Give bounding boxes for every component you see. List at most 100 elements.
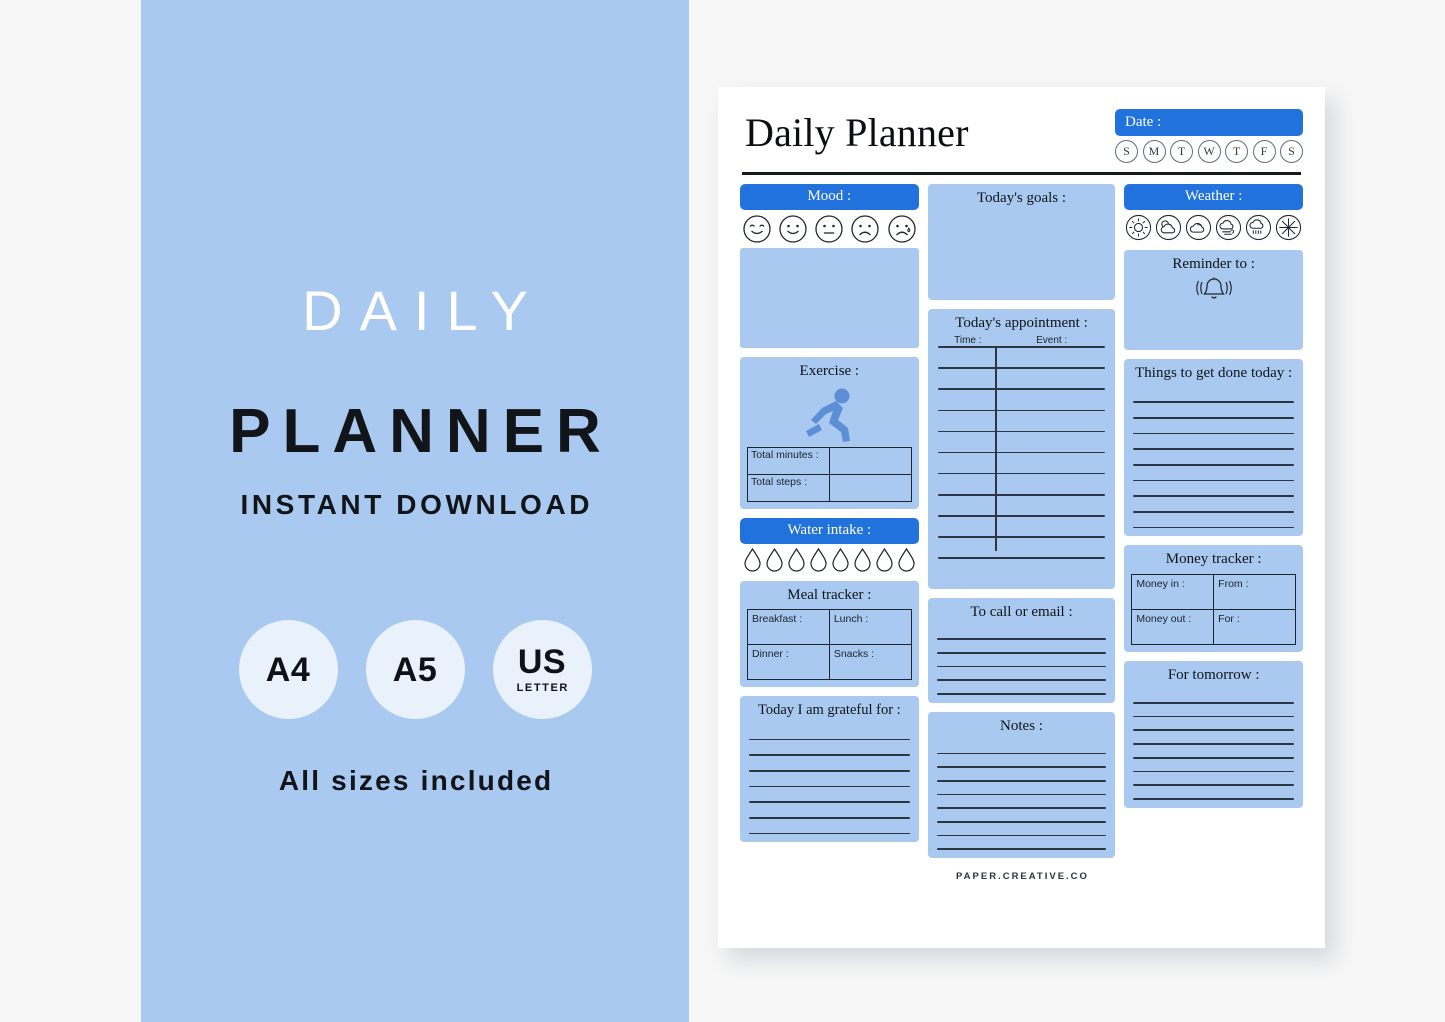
appointment-lines[interactable] <box>928 346 1116 559</box>
write-line[interactable] <box>936 793 1107 796</box>
things-to-do-lines[interactable] <box>1124 385 1303 536</box>
meal-breakfast-cell[interactable]: Breakfast : <box>747 609 830 646</box>
meal-tracker-section: Meal tracker : Breakfast : Lunch : Dinne… <box>740 580 919 688</box>
write-line[interactable] <box>1133 729 1294 732</box>
mood-writing-area[interactable] <box>740 247 919 348</box>
wind-cloud-icon[interactable] <box>1215 214 1242 241</box>
water-drop-icon[interactable] <box>897 547 916 572</box>
day-circle-sun[interactable]: S <box>1115 140 1138 163</box>
rain-cloud-icon[interactable] <box>1245 214 1272 241</box>
write-line[interactable] <box>937 557 1106 559</box>
write-line[interactable] <box>749 832 910 835</box>
meal-lunch-cell[interactable]: Lunch : <box>828 609 912 646</box>
notes-section: Notes : <box>927 711 1116 859</box>
write-line[interactable] <box>1133 715 1294 718</box>
write-line[interactable] <box>1133 495 1294 498</box>
write-line[interactable] <box>937 514 1106 517</box>
write-line[interactable] <box>749 738 910 741</box>
call-or-email-lines[interactable] <box>928 624 1116 702</box>
write-line[interactable] <box>749 801 910 803</box>
water-drop-icon[interactable] <box>853 547 872 572</box>
write-line[interactable] <box>749 754 910 756</box>
day-circle-thu[interactable]: T <box>1225 140 1248 163</box>
money-for-cell[interactable]: For : <box>1213 609 1296 646</box>
write-line[interactable] <box>937 409 1106 412</box>
write-line[interactable] <box>1133 756 1294 759</box>
write-line[interactable] <box>937 536 1106 538</box>
write-line[interactable] <box>937 493 1106 496</box>
weather-label: Weather : <box>1124 183 1303 210</box>
write-line[interactable] <box>936 752 1107 755</box>
write-line[interactable] <box>1133 702 1294 704</box>
write-line[interactable] <box>749 816 910 819</box>
write-line[interactable] <box>1133 464 1294 466</box>
weather-icon-row <box>1124 214 1303 241</box>
crying-face-icon[interactable] <box>887 214 917 244</box>
write-line[interactable] <box>1133 526 1294 529</box>
write-line[interactable] <box>937 472 1106 475</box>
tomorrow-lines[interactable] <box>1124 688 1303 808</box>
write-line[interactable] <box>749 769 910 772</box>
write-line[interactable] <box>936 834 1107 837</box>
write-line[interactable] <box>936 679 1107 682</box>
water-drop-icon[interactable] <box>787 547 806 572</box>
money-out-cell[interactable]: Money out : <box>1131 609 1215 646</box>
write-line[interactable] <box>936 638 1107 640</box>
write-line[interactable] <box>937 367 1106 370</box>
write-line[interactable] <box>1133 511 1294 513</box>
water-drop-icon[interactable] <box>809 547 828 572</box>
write-line[interactable] <box>937 430 1106 433</box>
smiling-face-icon[interactable] <box>778 214 808 244</box>
meal-snacks-cell[interactable]: Snacks : <box>828 644 912 681</box>
sun-icon[interactable] <box>1125 214 1152 241</box>
write-line[interactable] <box>936 820 1107 823</box>
day-circle-fri[interactable]: F <box>1252 140 1276 163</box>
write-line[interactable] <box>936 665 1107 668</box>
write-line[interactable] <box>937 346 1106 348</box>
happy-closed-eyes-face-icon[interactable] <box>742 214 772 244</box>
write-line[interactable] <box>936 651 1107 654</box>
date-field-label[interactable]: Date : <box>1115 109 1303 136</box>
water-drop-icon[interactable] <box>765 547 784 572</box>
day-circle-mon[interactable]: M <box>1142 140 1166 163</box>
write-line[interactable] <box>749 785 910 788</box>
write-line[interactable] <box>936 693 1107 695</box>
write-line[interactable] <box>936 807 1107 809</box>
write-line[interactable] <box>936 848 1107 851</box>
neutral-face-icon[interactable] <box>814 214 844 244</box>
promo-subtitle: PLANNER <box>229 397 613 466</box>
money-in-cell[interactable]: Money in : <box>1131 574 1215 611</box>
write-line[interactable] <box>936 779 1107 782</box>
write-line[interactable] <box>1133 479 1294 482</box>
write-line[interactable] <box>1133 797 1294 800</box>
meal-dinner-cell[interactable]: Dinner : <box>747 644 830 681</box>
goals-section[interactable]: Today's goals : <box>927 183 1116 300</box>
write-line[interactable] <box>1133 743 1294 745</box>
write-line[interactable] <box>937 388 1106 391</box>
sun-cloud-icon[interactable] <box>1155 214 1182 241</box>
day-circle-sat[interactable]: S <box>1280 140 1303 163</box>
write-line[interactable] <box>1133 448 1294 451</box>
exercise-total-minutes-value[interactable] <box>828 446 912 475</box>
write-line[interactable] <box>1133 770 1294 773</box>
sad-face-icon[interactable] <box>850 214 880 244</box>
notes-lines[interactable] <box>928 739 1116 859</box>
cloud-icon[interactable] <box>1185 214 1212 241</box>
write-line[interactable] <box>936 766 1107 768</box>
write-line[interactable] <box>937 451 1106 454</box>
snowflake-icon[interactable] <box>1275 214 1302 241</box>
water-drop-icon[interactable] <box>743 547 762 572</box>
write-line[interactable] <box>1133 784 1294 786</box>
day-circle-tue[interactable]: T <box>1170 140 1193 163</box>
write-line[interactable] <box>1133 416 1294 419</box>
planner-header: Daily Planner Date : S M T W T F S <box>740 109 1303 163</box>
exercise-total-steps-value[interactable] <box>828 473 912 502</box>
write-line[interactable] <box>1133 432 1294 435</box>
reminder-section[interactable]: Reminder to : <box>1124 249 1303 350</box>
water-drop-icon[interactable] <box>875 547 894 572</box>
write-line[interactable] <box>1133 401 1294 403</box>
day-circle-wed[interactable]: W <box>1197 140 1221 163</box>
grateful-lines[interactable] <box>740 723 919 843</box>
money-from-cell[interactable]: From : <box>1213 574 1296 611</box>
water-drop-icon[interactable] <box>831 547 850 572</box>
